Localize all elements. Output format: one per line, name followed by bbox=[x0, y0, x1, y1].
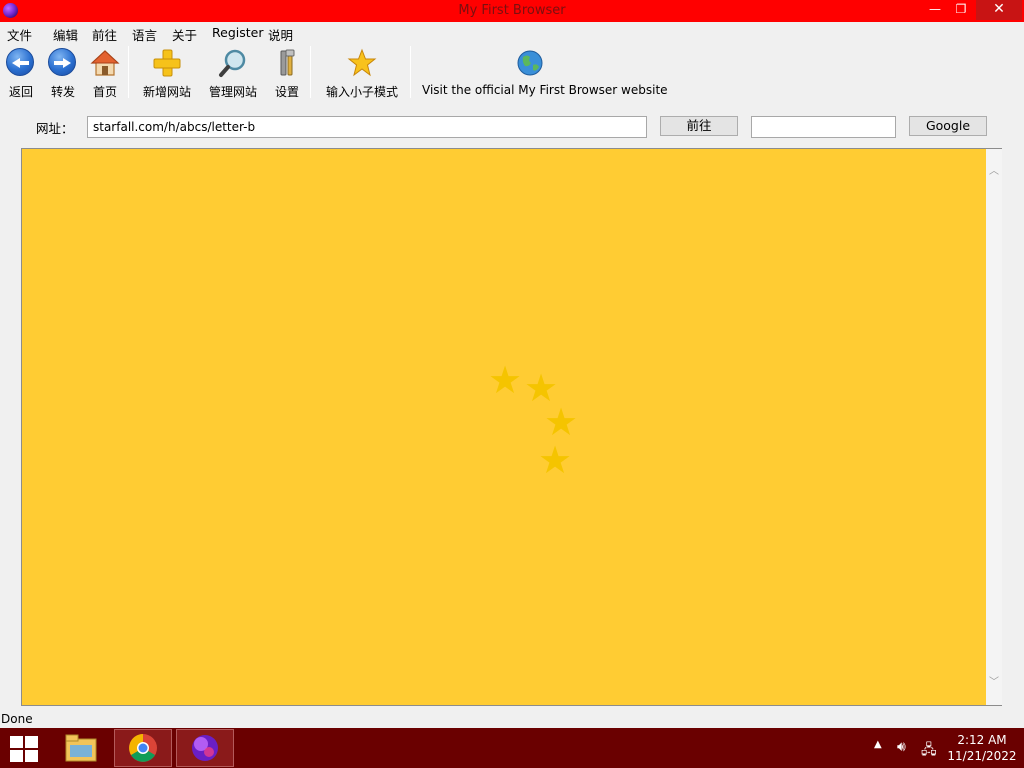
status-bar: Done bbox=[0, 708, 1024, 728]
add-site-label: 新增网站 bbox=[142, 85, 191, 99]
web-page-content[interactable]: ★ ★ ★ ★ bbox=[22, 149, 986, 705]
title-bar: My First Browser — ❐ ✕ bbox=[0, 0, 1024, 22]
tools-icon bbox=[272, 48, 302, 78]
back-button[interactable]: 返回 bbox=[6, 48, 36, 100]
windows-start-icon[interactable] bbox=[10, 736, 38, 762]
forward-button[interactable]: 转发 bbox=[48, 48, 78, 100]
chrome-icon[interactable] bbox=[114, 729, 172, 767]
go-button[interactable]: 前往 bbox=[660, 116, 738, 136]
kid-mode-button[interactable]: 输入小子模式 bbox=[322, 48, 402, 100]
loading-star-icon: ★ bbox=[538, 438, 573, 482]
clock-date: 11/21/2022 bbox=[947, 749, 1017, 763]
menu-register[interactable]: Register bbox=[212, 25, 263, 40]
official-site-button[interactable]: Visit the official My First Browser webs… bbox=[422, 48, 668, 97]
file-explorer-icon[interactable] bbox=[52, 729, 110, 767]
browser-viewport: ★ ★ ★ ★ ︿ ﹀ bbox=[21, 148, 1002, 706]
minimize-button[interactable]: — bbox=[922, 0, 948, 20]
address-label: 网址： bbox=[36, 121, 74, 136]
volume-icon[interactable]: 🔊︎ bbox=[897, 739, 906, 755]
manage-sites-button[interactable]: 管理网站 bbox=[206, 48, 260, 100]
my-first-browser-icon[interactable] bbox=[176, 729, 234, 767]
magnifier-icon bbox=[218, 48, 248, 78]
star-icon bbox=[347, 48, 377, 78]
close-button[interactable]: ✕ bbox=[976, 0, 1022, 20]
settings-button[interactable]: 设置 bbox=[272, 48, 302, 100]
loading-star-icon: ★ bbox=[488, 358, 523, 402]
network-icon[interactable]: 🖧︎ bbox=[921, 739, 937, 763]
toolbar: 返回 转发 首页 新增网站 管理网站 设置 输入小子模式 Visit the o… bbox=[0, 42, 1024, 102]
back-arrow-icon bbox=[6, 48, 36, 78]
address-input[interactable]: starfall.com/h/abcs/letter-b bbox=[87, 116, 647, 138]
manage-sites-label: 管理网站 bbox=[208, 85, 257, 99]
back-label: 返回 bbox=[8, 85, 33, 99]
home-label: 首页 bbox=[92, 85, 117, 99]
add-site-button[interactable]: 新增网站 bbox=[140, 48, 194, 100]
toolbar-separator bbox=[310, 46, 311, 98]
search-input[interactable] bbox=[751, 116, 896, 138]
home-icon bbox=[90, 48, 120, 78]
show-hidden-icons-icon[interactable]: ▲ bbox=[874, 739, 882, 750]
system-clock[interactable]: 2:12 AM 11/21/2022 bbox=[944, 732, 1020, 764]
toolbar-separator bbox=[128, 46, 129, 98]
kid-mode-label: 输入小子模式 bbox=[325, 85, 398, 99]
globe-icon bbox=[515, 48, 545, 78]
window-title: My First Browser bbox=[458, 3, 566, 18]
plus-icon bbox=[152, 48, 182, 78]
clock-time: 2:12 AM bbox=[957, 733, 1007, 747]
loading-star-icon: ★ bbox=[544, 400, 579, 444]
status-text: Done bbox=[1, 712, 33, 726]
home-button[interactable]: 首页 bbox=[90, 48, 120, 100]
taskbar: ▲ 🔊︎ 🖧︎ 2:12 AM 11/21/2022 bbox=[0, 728, 1024, 768]
google-search-button[interactable]: Google bbox=[909, 116, 987, 136]
menu-bar: 文件 编辑 前往 语言 关于 Register 说明 bbox=[0, 22, 1024, 43]
forward-label: 转发 bbox=[50, 85, 75, 99]
scroll-up-icon[interactable]: ︿ bbox=[986, 163, 1002, 180]
scroll-down-icon[interactable]: ﹀ bbox=[986, 674, 1002, 691]
official-site-label: Visit the official My First Browser webs… bbox=[422, 83, 668, 97]
vertical-scrollbar[interactable]: ︿ ﹀ bbox=[986, 149, 1002, 705]
settings-label: 设置 bbox=[274, 85, 299, 99]
toolbar-separator bbox=[410, 46, 411, 98]
maximize-button[interactable]: ❐ bbox=[948, 0, 974, 20]
forward-arrow-icon bbox=[48, 48, 78, 78]
